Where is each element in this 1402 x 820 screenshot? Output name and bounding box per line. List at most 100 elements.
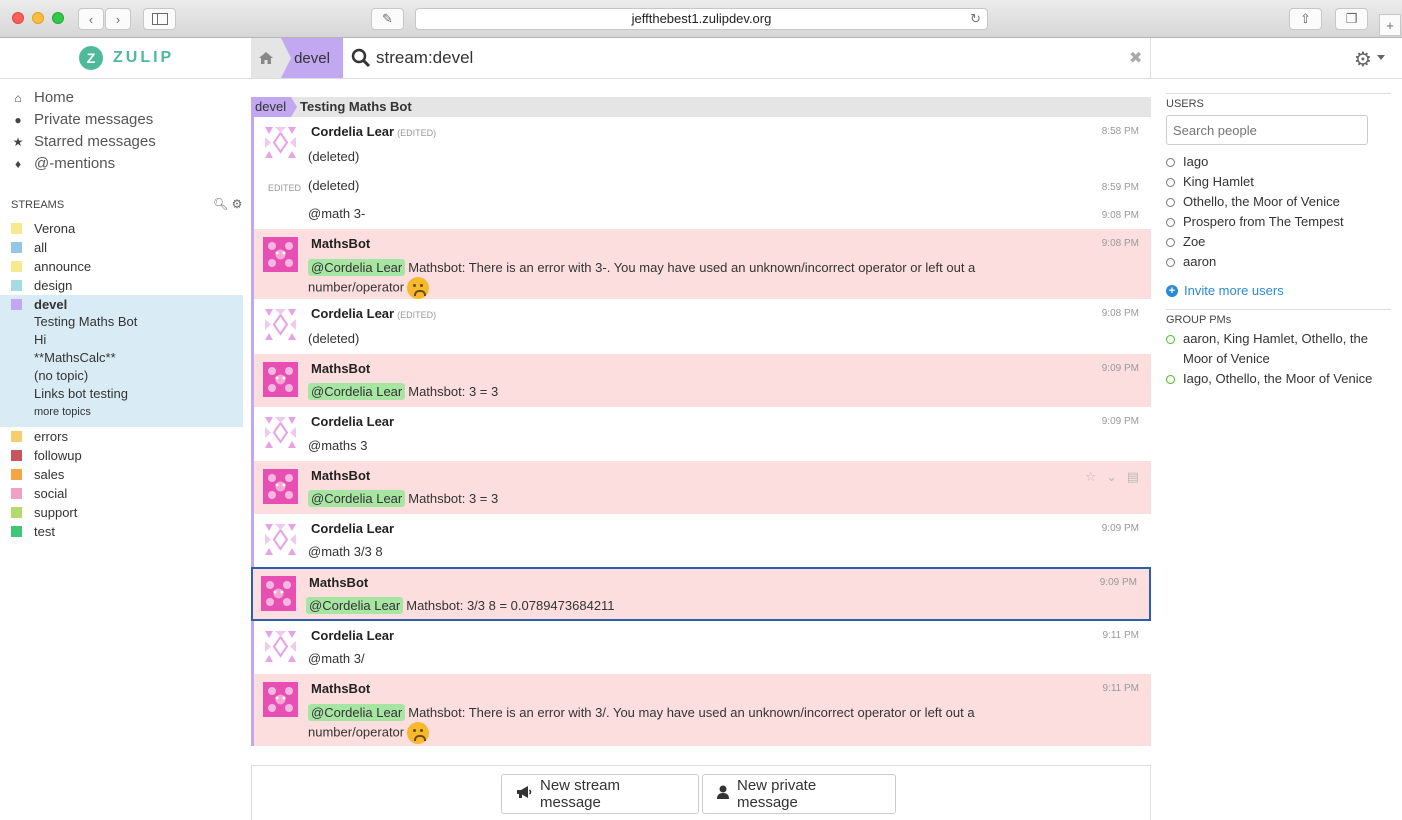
stream-item-social[interactable]: social: [0, 484, 243, 503]
document-icon[interactable]: ▤: [1127, 469, 1139, 484]
stream-item-errors[interactable]: errors: [0, 427, 243, 446]
share-button[interactable]: ⇧: [1289, 8, 1322, 30]
nav-private-messages[interactable]: ● Private messages: [11, 111, 153, 128]
user-mention[interactable]: @Cordelia Lear: [308, 383, 406, 400]
new-stream-message-button[interactable]: New stream message: [501, 774, 699, 814]
user-mention[interactable]: @Cordelia Lear: [306, 597, 404, 614]
user-mention[interactable]: @Cordelia Lear: [308, 259, 406, 276]
close-window-button[interactable]: [12, 12, 24, 24]
tabs-overview-button[interactable]: ❐: [1335, 8, 1368, 30]
chevron-down-icon[interactable]: ⌄: [1106, 469, 1117, 484]
topic-item[interactable]: Testing Maths Bot: [34, 314, 137, 329]
sender-name[interactable]: Cordelia Lear: [311, 628, 394, 643]
recipient-topic[interactable]: Testing Maths Bot: [300, 97, 412, 117]
message-row[interactable]: MathsBot 9:11 PM @Cordelia Lear Mathsbot:…: [251, 674, 1151, 746]
invite-more-users-link[interactable]: + Invite more users: [1166, 283, 1284, 298]
message-row[interactable]: Cordelia Lear (EDITED) 8:58 PM (deleted): [251, 117, 1151, 173]
message-row[interactable]: MathsBot 9:08 PM @Cordelia Lear Mathsbot:…: [251, 229, 1151, 299]
new-tab-button[interactable]: +: [1379, 14, 1401, 36]
search-people-input[interactable]: [1166, 115, 1368, 145]
message-row[interactable]: Cordelia Lear 9:09 PM @maths 3: [251, 407, 1151, 461]
message-row-selected[interactable]: MathsBot 9:09 PM @Cordelia Lear Mathsbot:…: [251, 567, 1151, 621]
user-list-item[interactable]: King Hamlet: [1166, 172, 1396, 192]
sender-name[interactable]: Cordelia Lear (EDITED): [311, 306, 436, 321]
message-row[interactable]: EDITED 8:59 PM (deleted): [251, 173, 1151, 201]
reload-icon[interactable]: ↻: [970, 9, 981, 29]
sidebar-toggle-button[interactable]: [143, 8, 176, 30]
message-time[interactable]: 9:11 PM: [1103, 630, 1140, 641]
topic-item[interactable]: **MathsCalc**: [34, 350, 116, 365]
nav-home[interactable]: ⌂ Home: [11, 89, 74, 106]
user-list-item[interactable]: aaron: [1166, 252, 1396, 272]
stream-item-design[interactable]: design: [0, 276, 243, 295]
sender-name[interactable]: MathsBot: [309, 575, 368, 590]
sender-name[interactable]: Cordelia Lear: [311, 414, 394, 429]
minimize-window-button[interactable]: [32, 12, 44, 24]
message-row[interactable]: Cordelia Lear 9:09 PM @math 3/3 8: [251, 514, 1151, 567]
stream-item-sales[interactable]: sales: [0, 465, 243, 484]
message-time[interactable]: 8:59 PM: [1102, 182, 1139, 193]
user-list-item[interactable]: Zoe: [1166, 232, 1396, 252]
new-private-message-button[interactable]: New private message: [702, 774, 896, 814]
home-narrow-button[interactable]: [251, 38, 281, 78]
stream-item-test[interactable]: test: [0, 522, 243, 541]
sender-name[interactable]: MathsBot: [311, 361, 370, 376]
message-row[interactable]: Cordelia Lear (EDITED) 9:08 PM (deleted): [251, 299, 1151, 354]
extensions-button[interactable]: ✎: [371, 8, 404, 30]
search-icon[interactable]: [351, 48, 371, 68]
sender-name[interactable]: Cordelia Lear: [311, 521, 394, 536]
message-time[interactable]: 9:08 PM: [1102, 210, 1139, 221]
message-time[interactable]: 8:58 PM: [1102, 126, 1139, 137]
forward-button[interactable]: ›: [105, 8, 131, 30]
recipient-bar[interactable]: devel Testing Maths Bot: [251, 97, 1151, 117]
stream-item-announce[interactable]: announce: [0, 257, 243, 276]
caret-down-icon[interactable]: [1377, 55, 1385, 60]
topic-item[interactable]: (no topic): [34, 368, 88, 383]
stream-item-all[interactable]: all: [0, 238, 243, 257]
stream-item-devel[interactable]: devel: [0, 295, 243, 314]
back-button[interactable]: ‹: [78, 8, 104, 30]
message-row[interactable]: Cordelia Lear 9:11 PM @math 3/: [251, 621, 1151, 674]
search-streams-icon[interactable]: 🔍︎: [213, 197, 228, 211]
address-bar[interactable]: jeffthebest1.zulipdev.org ↻: [415, 8, 988, 30]
stream-item-verona[interactable]: Verona: [0, 219, 243, 238]
topic-item[interactable]: Hi: [34, 332, 46, 347]
recipient-stream[interactable]: devel: [251, 97, 297, 117]
message-time[interactable]: 9:09 PM: [1102, 363, 1139, 374]
sender-name[interactable]: Cordelia Lear (EDITED): [311, 124, 436, 139]
nav-mentions[interactable]: ♦ @-mentions: [11, 155, 115, 172]
topic-item[interactable]: Links bot testing: [34, 386, 128, 401]
message-time[interactable]: 9:09 PM: [1100, 577, 1137, 588]
zoom-window-button[interactable]: [52, 12, 64, 24]
search-input[interactable]: stream:devel: [376, 48, 473, 68]
message-row[interactable]: 9:08 PM @math 3-: [251, 201, 1151, 229]
zulip-logo[interactable]: Z ZULIP: [79, 46, 174, 70]
sender-name[interactable]: MathsBot: [311, 468, 370, 483]
message-content: @math 3/: [308, 651, 365, 666]
clear-search-icon[interactable]: ✖: [1129, 48, 1142, 68]
message-time[interactable]: 9:08 PM: [1102, 238, 1139, 249]
sender-name[interactable]: MathsBot: [311, 681, 370, 696]
stream-item-support[interactable]: support: [0, 503, 243, 522]
message-row[interactable]: MathsBot ☆ ⌄ ▤ @Cordelia Lear Mathsbot: 3…: [251, 461, 1151, 514]
user-list-item[interactable]: Prospero from The Tempest: [1166, 212, 1396, 232]
more-topics-link[interactable]: more topics: [34, 406, 91, 418]
user-list-item[interactable]: Othello, the Moor of Venice: [1166, 192, 1396, 212]
user-mention[interactable]: @Cordelia Lear: [308, 704, 406, 721]
message-time[interactable]: 9:08 PM: [1102, 308, 1139, 319]
star-icon[interactable]: ☆: [1085, 469, 1097, 484]
message-time[interactable]: 9:11 PM: [1103, 683, 1140, 694]
stream-settings-icon[interactable]: ⚙: [232, 197, 243, 211]
message-time[interactable]: 9:09 PM: [1102, 523, 1139, 534]
group-pm-item[interactable]: aaron, King Hamlet, Othello, the Moor of…: [1166, 329, 1381, 369]
message-time[interactable]: 9:09 PM: [1102, 416, 1139, 427]
gear-icon[interactable]: ⚙: [1354, 47, 1372, 72]
group-pm-item[interactable]: Iago, Othello, the Moor of Venice: [1166, 369, 1396, 389]
message-row[interactable]: MathsBot 9:09 PM @Cordelia Lear Mathsbot:…: [251, 354, 1151, 407]
stream-item-followup[interactable]: followup: [0, 446, 243, 465]
user-list-item[interactable]: Iago: [1166, 152, 1396, 172]
narrow-stream-tab[interactable]: devel: [281, 38, 343, 78]
nav-starred-messages[interactable]: ★ Starred messages: [11, 133, 156, 150]
user-mention[interactable]: @Cordelia Lear: [308, 490, 406, 507]
sender-name[interactable]: MathsBot: [311, 236, 370, 251]
